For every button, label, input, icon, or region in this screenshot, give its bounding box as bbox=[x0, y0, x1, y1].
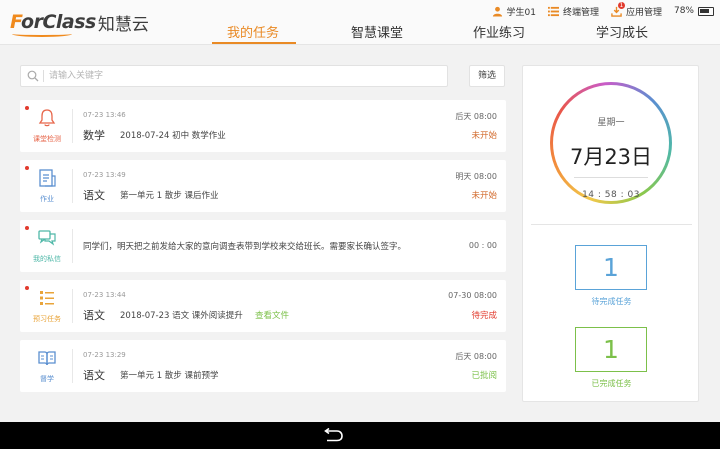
battery-icon bbox=[698, 6, 714, 16]
filter-button[interactable]: 筛选 bbox=[469, 65, 505, 87]
system-nav-bar bbox=[0, 422, 720, 449]
unread-dot bbox=[25, 226, 29, 230]
search-bar bbox=[20, 65, 448, 87]
battery-percent: 78% bbox=[673, 6, 694, 16]
active-tab-indicator bbox=[212, 42, 296, 44]
task-status: 待完成 bbox=[471, 311, 497, 321]
task-card[interactable]: 作业 07-23 13:49 语文 第一单元 1 散步 课后作业 明天 08:0… bbox=[20, 160, 506, 212]
message-text: 同学们，明天把之前发给大家的意向调查表带到学校来交给班长。需要家长确认签字。 bbox=[83, 242, 407, 252]
task-status: 未开始 bbox=[471, 191, 497, 201]
search-input[interactable] bbox=[49, 68, 439, 84]
task-due: 07-30 08:00 bbox=[448, 291, 497, 300]
view-file-link[interactable]: 查看文件 bbox=[255, 309, 289, 321]
tab-learning-growth[interactable]: 学习成长 bbox=[577, 22, 667, 41]
book-icon bbox=[38, 351, 56, 366]
weekday: 星期一 bbox=[597, 118, 625, 128]
top-bar: ForClass 知慧云 学生01 终端管理 1 应用管理 78% 我的任务 智… bbox=[0, 0, 720, 45]
document-icon bbox=[39, 169, 56, 187]
tab-homework[interactable]: 作业练习 bbox=[454, 22, 544, 41]
card-divider bbox=[72, 169, 73, 203]
task-subject: 语文 bbox=[83, 189, 105, 202]
task-type-label: 作业 bbox=[40, 195, 54, 203]
list-icon bbox=[40, 291, 54, 305]
search-icon bbox=[27, 70, 39, 82]
logo-text-cn: 知慧云 bbox=[97, 14, 149, 35]
task-status: 未开始 bbox=[471, 131, 497, 141]
task-card[interactable]: 课堂检测 07-23 13:46 数学 2018-07-24 初中 数学作业 后… bbox=[20, 100, 506, 152]
app-update-badge: 1 bbox=[617, 1, 625, 9]
task-card[interactable]: 预习任务 07-23 13:44 语文 2018-07-23 语文 课外阅读提升… bbox=[20, 280, 506, 332]
task-type-label: 课堂检测 bbox=[33, 135, 61, 143]
card-divider bbox=[72, 229, 73, 263]
task-subject: 语文 bbox=[83, 369, 105, 382]
task-card[interactable]: 督学 07-23 13:29 语文 第一单元 1 散步 课前预学 后天 08:0… bbox=[20, 340, 506, 392]
task-description: 2018-07-23 语文 课外阅读提升 bbox=[120, 311, 243, 321]
task-time: 07-23 13:29 bbox=[83, 351, 126, 359]
card-divider bbox=[72, 289, 73, 323]
clock-divider bbox=[574, 177, 648, 178]
tab-smart-classroom[interactable]: 智慧课堂 bbox=[332, 22, 422, 41]
app-management-label: 应用管理 bbox=[625, 7, 662, 18]
card-divider bbox=[72, 349, 73, 383]
completed-count[interactable]: 1 bbox=[575, 327, 647, 372]
pending-label: 待完成任务 bbox=[591, 297, 632, 306]
user-icon bbox=[492, 6, 502, 17]
task-subject: 语文 bbox=[83, 309, 105, 322]
pending-count[interactable]: 1 bbox=[575, 245, 647, 290]
task-time: 07-23 13:44 bbox=[83, 291, 126, 299]
task-due: 后天 08:00 bbox=[455, 352, 497, 361]
task-time: 07-23 13:46 bbox=[83, 111, 126, 119]
task-type-label: 我的私信 bbox=[33, 255, 61, 263]
device-management-label: 终端管理 bbox=[562, 7, 599, 18]
unread-dot bbox=[25, 166, 29, 170]
list-menu-icon bbox=[547, 6, 559, 16]
current-date: 7月23日 bbox=[569, 145, 653, 169]
task-subject: 数学 bbox=[83, 129, 105, 142]
back-icon[interactable] bbox=[322, 428, 344, 442]
message-time: 00 : 00 bbox=[468, 241, 497, 250]
forclass-logo: ForClass 知慧云 bbox=[10, 10, 149, 37]
message-card[interactable]: 我的私信 同学们，明天把之前发给大家的意向调查表带到学校来交给班长。需要家长确认… bbox=[20, 220, 506, 272]
panel-divider bbox=[531, 224, 692, 225]
completed-label: 已完成任务 bbox=[591, 379, 632, 388]
main-nav: 我的任务 智慧课堂 作业练习 学习成长 bbox=[180, 18, 720, 45]
device-management-button[interactable]: 终端管理 bbox=[547, 5, 599, 18]
unread-dot bbox=[25, 286, 29, 290]
user-profile[interactable]: 学生01 bbox=[492, 5, 536, 18]
task-type-label: 预习任务 bbox=[33, 315, 61, 323]
task-due: 后天 08:00 bbox=[455, 112, 497, 121]
current-time: 14 : 58 : 03 bbox=[582, 190, 640, 200]
task-time: 07-23 13:49 bbox=[83, 171, 126, 179]
task-due: 明天 08:00 bbox=[455, 172, 497, 181]
task-description: 第一单元 1 散步 课后作业 bbox=[120, 191, 219, 201]
task-description: 2018-07-24 初中 数学作业 bbox=[120, 131, 226, 141]
user-name: 学生01 bbox=[506, 7, 536, 18]
battery-status: 78% bbox=[674, 6, 714, 16]
task-type-label: 督学 bbox=[40, 375, 54, 383]
unread-dot bbox=[25, 106, 29, 110]
summary-panel: 星期一 7月23日 14 : 58 : 03 1 待完成任务 1 已完成任务 bbox=[522, 65, 699, 402]
logo-text-en: ForClass bbox=[10, 11, 96, 33]
chat-icon bbox=[38, 230, 56, 246]
card-divider bbox=[72, 109, 73, 143]
logo-swoosh bbox=[12, 31, 72, 37]
task-status: 已批阅 bbox=[471, 371, 497, 381]
date-clock: 星期一 7月23日 14 : 58 : 03 bbox=[550, 82, 672, 204]
app-management-button[interactable]: 1 应用管理 bbox=[611, 1, 662, 18]
tab-my-tasks[interactable]: 我的任务 bbox=[208, 22, 298, 41]
task-description: 第一单元 1 散步 课前预学 bbox=[120, 371, 219, 381]
bell-icon bbox=[38, 109, 56, 127]
search-separator bbox=[43, 70, 44, 82]
